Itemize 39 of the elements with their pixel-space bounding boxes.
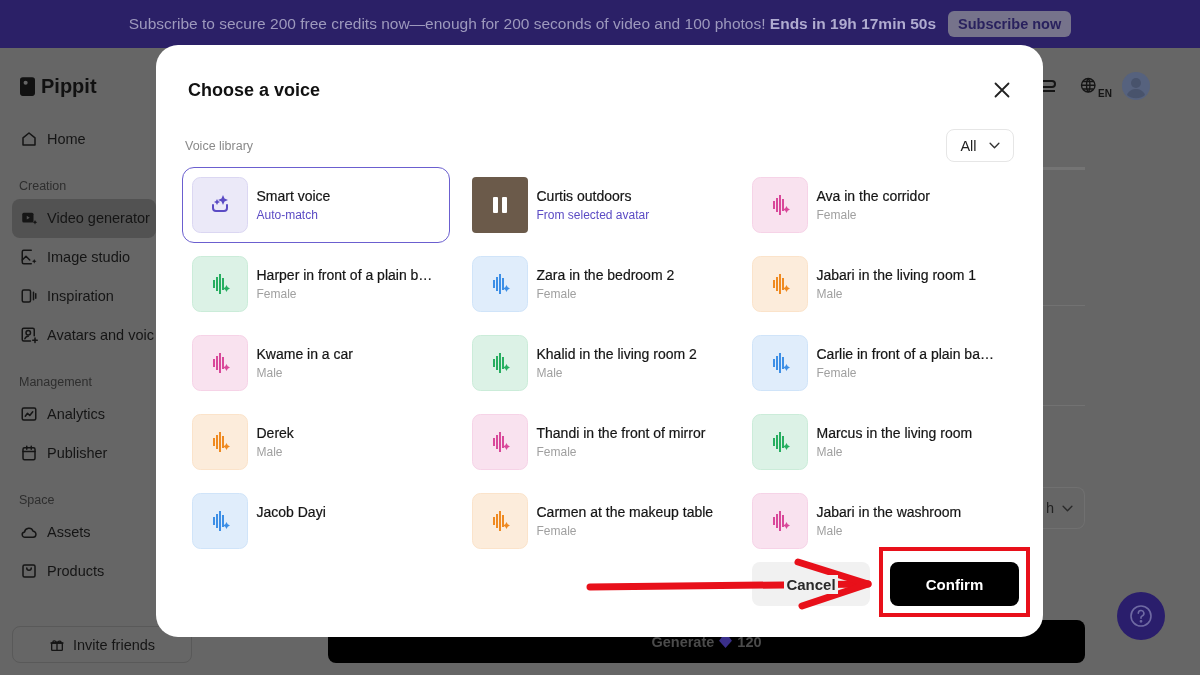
promo-text: Subscribe to secure 200 free credits now—enough for 200 seconds of video and 100 photos! Ends in 19h 17min 50s [128,15,937,33]
waveform-icon [191,414,248,470]
section-label: Creation [19,178,67,195]
waveform-icon [751,414,808,470]
person-card-icon [20,326,38,344]
confirm-button[interactable]: Confirm [890,562,1019,606]
voice-card[interactable]: Smart voice Auto-match [182,167,450,243]
section-label: Management [19,374,92,391]
chevron-down-icon [1062,504,1074,512]
chevron-down-icon [988,142,1000,149]
waveform-icon [191,335,248,391]
lines-icon[interactable] [1043,77,1059,95]
calendar-icon [20,444,38,462]
waveform-icon [471,335,528,391]
waveform-icon [751,177,808,233]
panel-icon [20,287,38,305]
home-icon [20,130,38,148]
help-button[interactable] [1117,592,1165,640]
box-icon [20,562,38,580]
close-icon [994,82,1010,98]
help-icon [1129,604,1153,628]
waveform-icon [471,414,528,470]
chart-icon [20,405,38,423]
dialog-title: Choose a voice [188,79,321,101]
waveform-icon [751,256,808,312]
logo-icon [20,76,35,96]
filter-dropdown[interactable]: All [946,129,1014,162]
waveform-icon [751,335,808,391]
section-label: Space [19,492,55,509]
waveform-icon [191,256,248,312]
waveform-icon [471,493,528,549]
section-label: Voice library [185,138,254,153]
waveform-icon [471,256,528,312]
image-icon [20,248,38,266]
globe-icon[interactable] [1080,77,1099,95]
logo-text: Pippit [41,74,97,98]
sparkle-tray-icon [191,177,248,233]
waveform-icon [751,493,808,549]
waveform-icon [191,493,248,549]
